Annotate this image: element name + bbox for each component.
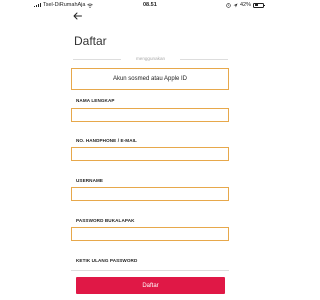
- alarm-icon: [226, 2, 231, 8]
- status-time: 08.51: [143, 2, 157, 8]
- battery-percent: 42%: [239, 2, 251, 8]
- username-label: USERNAME: [76, 178, 104, 183]
- page-title: Daftar: [74, 34, 107, 48]
- social-login-button[interactable]: Akun sosmed atau Apple ID: [71, 68, 229, 90]
- full-name-label: NAMA LENGKAP: [76, 98, 115, 103]
- username-input[interactable]: [71, 187, 229, 201]
- status-bar-left: Tsel-DiRumahAja: [34, 2, 94, 8]
- full-name-input[interactable]: [71, 108, 229, 122]
- phone-email-label: NO. HANDPHONE / E-MAIL: [76, 138, 137, 143]
- battery-icon: [253, 2, 265, 8]
- confirm-password-input[interactable]: [71, 263, 229, 271]
- arrow-left-icon: [73, 12, 82, 20]
- back-button[interactable]: [73, 12, 82, 23]
- wifi-icon: [87, 3, 94, 8]
- register-submit-button[interactable]: Daftar: [76, 277, 225, 294]
- password-input[interactable]: [71, 227, 229, 241]
- location-icon: [233, 3, 238, 7]
- password-label: PASSWORD BUKALAPAK: [76, 218, 135, 223]
- divider-line-right: [180, 59, 228, 60]
- status-bar-right: 42%: [226, 2, 265, 8]
- signal-icon: [34, 3, 41, 7]
- divider: menggunakan: [73, 56, 228, 62]
- phone-email-input[interactable]: [71, 147, 229, 161]
- carrier-name: Tsel-DiRumahAja: [42, 2, 86, 8]
- battery-fill: [254, 4, 259, 6]
- status-bar: Tsel-DiRumahAja 08.51 42%: [0, 0, 300, 10]
